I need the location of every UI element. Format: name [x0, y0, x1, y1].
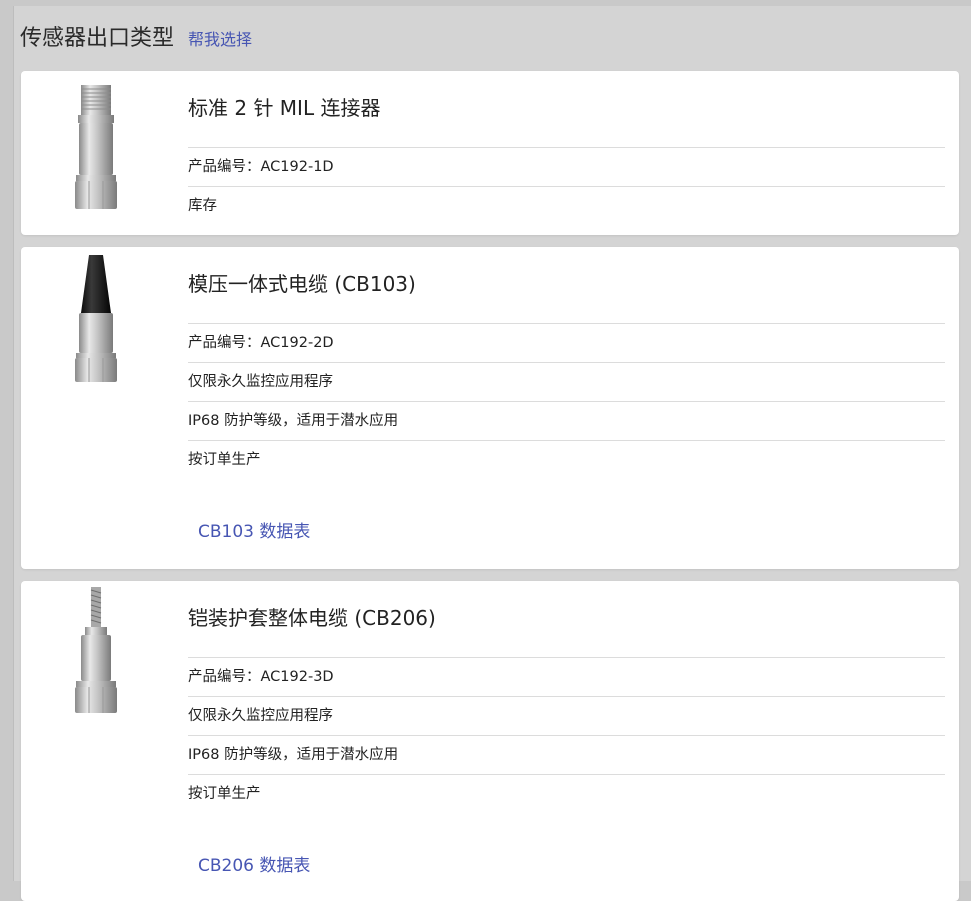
- production-status: 按订单生产: [188, 774, 945, 813]
- stock-status: 库存: [188, 186, 945, 225]
- application-note: 仅限永久监控应用程序: [188, 362, 945, 401]
- product-card-cb103[interactable]: 模压一体式电缆 (CB103) 产品编号：AC192-2D 仅限永久监控应用程序…: [21, 247, 959, 569]
- product-info: 铠装护套整体电缆 (CB206) 产品编号：AC192-3D 仅限永久监控应用程…: [188, 581, 945, 813]
- mil-connector-sensor-icon: [75, 85, 117, 209]
- section-title: 传感器出口类型: [20, 26, 175, 51]
- protection-rating: IP68 防护等级，适用于潜水应用: [188, 735, 945, 774]
- section-header: 传感器出口类型 帮我选择: [20, 20, 252, 56]
- product-card-cb206[interactable]: 铠装护套整体电缆 (CB206) 产品编号：AC192-3D 仅限永久监控应用程…: [21, 581, 959, 901]
- product-info: 标准 2 针 MIL 连接器 产品编号：AC192-1D 库存: [188, 71, 945, 225]
- product-number: 产品编号：AC192-1D: [188, 147, 945, 186]
- product-name: 铠装护套整体电缆 (CB206): [188, 606, 436, 630]
- protection-rating: IP68 防护等级，适用于潜水应用: [188, 401, 945, 440]
- production-status: 按订单生产: [188, 440, 945, 479]
- help-choose-link[interactable]: 帮我选择: [188, 26, 252, 50]
- molded-cable-sensor-icon: [75, 255, 117, 382]
- product-number: 产品编号：AC192-2D: [188, 323, 945, 362]
- cb206-datasheet-link[interactable]: CB206 数据表: [198, 851, 310, 876]
- armored-cable-sensor-icon: [75, 587, 117, 713]
- product-name: 标准 2 针 MIL 连接器: [188, 96, 381, 120]
- application-note: 仅限永久监控应用程序: [188, 696, 945, 735]
- product-card-mil-connector[interactable]: 标准 2 针 MIL 连接器 产品编号：AC192-1D 库存: [21, 71, 959, 235]
- product-name: 模压一体式电缆 (CB103): [188, 272, 416, 296]
- product-info: 模压一体式电缆 (CB103) 产品编号：AC192-2D 仅限永久监控应用程序…: [188, 247, 945, 479]
- cb103-datasheet-link[interactable]: CB103 数据表: [198, 517, 310, 542]
- product-number: 产品编号：AC192-3D: [188, 657, 945, 696]
- cable-type-panel: 传感器出口类型 帮我选择 标准 2 针 MIL 连接器 产品编号：AC192-1…: [13, 6, 971, 901]
